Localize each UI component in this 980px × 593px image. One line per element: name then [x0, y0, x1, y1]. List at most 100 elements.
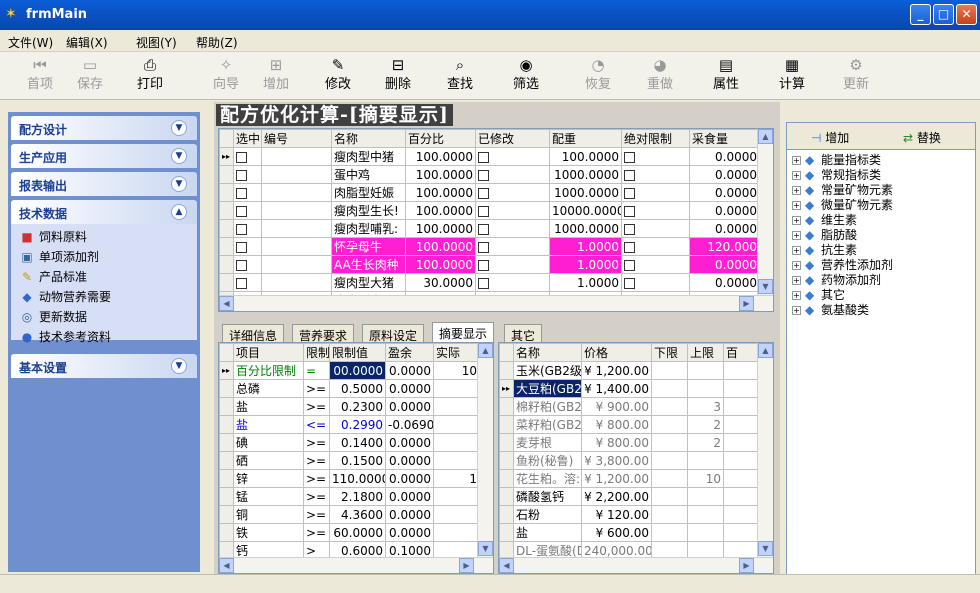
- price-cell[interactable]: ¥ 900.00: [581, 397, 652, 416]
- price-cell[interactable]: ¥ 600.00: [581, 523, 652, 542]
- operator-cell[interactable]: >=: [303, 379, 330, 398]
- row-header[interactable]: [499, 523, 514, 542]
- limit-value-cell[interactable]: 0.1500: [329, 451, 386, 470]
- row-header[interactable]: [219, 397, 234, 416]
- select-checkbox[interactable]: [236, 223, 247, 235]
- percent-cell[interactable]: 100.0000: [405, 183, 476, 202]
- upper-limit-cell[interactable]: 3: [687, 397, 724, 416]
- lower-limit-cell[interactable]: [651, 415, 688, 434]
- surplus-cell[interactable]: 0.0000: [385, 379, 434, 398]
- row-header[interactable]: [219, 255, 234, 274]
- modified-checkbox-cell[interactable]: [475, 147, 550, 166]
- table-row[interactable]: 怀孕母牛 100.0000 1.0000 120.000: [219, 237, 760, 256]
- col-header[interactable]: 采食量: [689, 129, 760, 148]
- weight-cell[interactable]: 1000.0000: [549, 183, 622, 202]
- percent-cell[interactable]: [723, 451, 760, 470]
- limit-value-cell[interactable]: 110.0000: [329, 469, 386, 488]
- lower-limit-cell[interactable]: [651, 469, 688, 488]
- operator-cell[interactable]: >=: [303, 397, 330, 416]
- upper-limit-cell[interactable]: 2: [687, 433, 724, 452]
- scroll-right-icon[interactable]: ▶: [739, 558, 754, 573]
- table-row[interactable]: 锰 >= 2.1800 0.0000: [219, 487, 480, 506]
- operator-cell[interactable]: >=: [303, 487, 330, 506]
- col-header[interactable]: 限制值: [329, 343, 386, 362]
- close-button[interactable]: ✕: [956, 4, 977, 25]
- surplus-cell[interactable]: 0.0000: [385, 397, 434, 416]
- limit-value-cell[interactable]: 0.5000: [329, 379, 386, 398]
- limit-value-cell[interactable]: 60.0000: [329, 523, 386, 542]
- item-cell[interactable]: 锌: [233, 469, 304, 488]
- limit-checkbox-cell[interactable]: [621, 201, 690, 220]
- table-row[interactable]: ▸▸ 大豆粕(GB2 ¥ 1,400.00: [499, 379, 760, 398]
- modified-checkbox-cell[interactable]: [475, 201, 550, 220]
- operator-cell[interactable]: =: [303, 361, 330, 380]
- row-header[interactable]: ▸▸: [499, 379, 514, 398]
- tree-node[interactable]: + ◆ 抗生素: [792, 242, 857, 258]
- item-cell[interactable]: 盐: [233, 415, 304, 434]
- tree-node[interactable]: + ◆ 能量指标类: [792, 152, 881, 168]
- percent-cell[interactable]: [723, 487, 760, 506]
- tab-nutrition[interactable]: 营养要求: [292, 324, 355, 343]
- code-cell[interactable]: [261, 165, 332, 184]
- expand-icon[interactable]: +: [792, 291, 801, 300]
- modified-checkbox-cell[interactable]: [475, 237, 550, 256]
- limit-checkbox[interactable]: [624, 169, 635, 181]
- percent-cell[interactable]: 100.0000: [405, 165, 476, 184]
- tree-node[interactable]: + ◆ 氨基酸类: [792, 302, 869, 318]
- name-cell[interactable]: 怀孕母牛: [331, 237, 406, 256]
- weight-cell[interactable]: 1000.0000: [549, 165, 622, 184]
- select-checkbox[interactable]: [236, 241, 247, 253]
- table-row[interactable]: 盐 >= 0.2300 0.0000: [219, 397, 480, 416]
- scroll-left-icon[interactable]: ◀: [499, 558, 514, 573]
- actual-cell[interactable]: [433, 523, 480, 542]
- percent-cell[interactable]: 100.0000: [405, 237, 476, 256]
- col-header[interactable]: 绝对限制: [621, 129, 690, 148]
- percent-cell[interactable]: 100.0000: [405, 219, 476, 238]
- col-header[interactable]: 限制: [303, 343, 330, 362]
- menu-help[interactable]: 帮助(Z): [196, 34, 238, 51]
- table-row[interactable]: 麦芽根 ¥ 800.00 2: [499, 433, 760, 452]
- table-row[interactable]: 锌 >= 110.0000 0.0000 1: [219, 469, 480, 488]
- table-row[interactable]: 玉米(GB2级) ¥ 1,200.00: [499, 361, 760, 380]
- tree-node[interactable]: + ◆ 微量矿物元素: [792, 197, 893, 213]
- row-header[interactable]: [219, 505, 234, 524]
- tree-node[interactable]: + ◆ 其它: [792, 287, 845, 303]
- modified-checkbox-cell[interactable]: [475, 165, 550, 184]
- horizontal-scrollbar[interactable]: ◀ ▶: [499, 557, 773, 573]
- row-header[interactable]: [219, 219, 234, 238]
- col-header[interactable]: 价格: [581, 343, 652, 362]
- feed-intake-cell[interactable]: 0.0000: [689, 183, 760, 202]
- row-header[interactable]: [219, 165, 234, 184]
- sidebar-item-update-data[interactable]: ◎ 更新数据: [19, 308, 87, 326]
- limit-checkbox[interactable]: [624, 241, 635, 253]
- percent-cell[interactable]: [723, 523, 760, 542]
- modified-checkbox[interactable]: [478, 151, 489, 163]
- limit-value-cell[interactable]: 0.2300: [329, 397, 386, 416]
- select-checkbox[interactable]: [236, 169, 247, 181]
- limit-checkbox-cell[interactable]: [621, 165, 690, 184]
- expand-icon[interactable]: +: [792, 171, 801, 180]
- price-cell[interactable]: ¥ 800.00: [581, 433, 652, 452]
- sidebar-group-basic-settings[interactable]: 基本设置 ▼: [11, 354, 197, 378]
- col-header[interactable]: 百: [723, 343, 760, 362]
- toolbar-button-edit[interactable]: ✎ 修改: [311, 54, 365, 98]
- row-header[interactable]: [219, 237, 234, 256]
- code-cell[interactable]: [261, 273, 332, 292]
- select-checkbox[interactable]: [236, 277, 247, 289]
- price-cell[interactable]: ¥ 1,200.00: [581, 361, 652, 380]
- weight-cell[interactable]: 1000.0000: [549, 219, 622, 238]
- chevron-down-icon[interactable]: ▼: [171, 176, 187, 192]
- table-row[interactable]: 瘦肉型生长! 100.0000 10000.0000 0.0000: [219, 201, 760, 220]
- sidebar-item-tech-reference[interactable]: ● 技术参考资料: [19, 328, 111, 346]
- price-cell[interactable]: ¥ 800.00: [581, 415, 652, 434]
- sidebar-item-additive[interactable]: ▣ 单项添加剂: [19, 248, 99, 266]
- sidebar-group-tech[interactable]: 技术数据 ▲: [11, 200, 197, 224]
- expand-icon[interactable]: +: [792, 261, 801, 270]
- tab-detail[interactable]: 详细信息: [222, 324, 285, 343]
- scroll-right-icon[interactable]: ▶: [459, 558, 474, 573]
- limit-checkbox[interactable]: [624, 187, 635, 199]
- surplus-cell[interactable]: 0.0000: [385, 433, 434, 452]
- col-header[interactable]: 百分比: [405, 129, 476, 148]
- actual-cell[interactable]: 1: [433, 469, 480, 488]
- toolbar-button-wizard[interactable]: ✧ 向导: [199, 54, 253, 98]
